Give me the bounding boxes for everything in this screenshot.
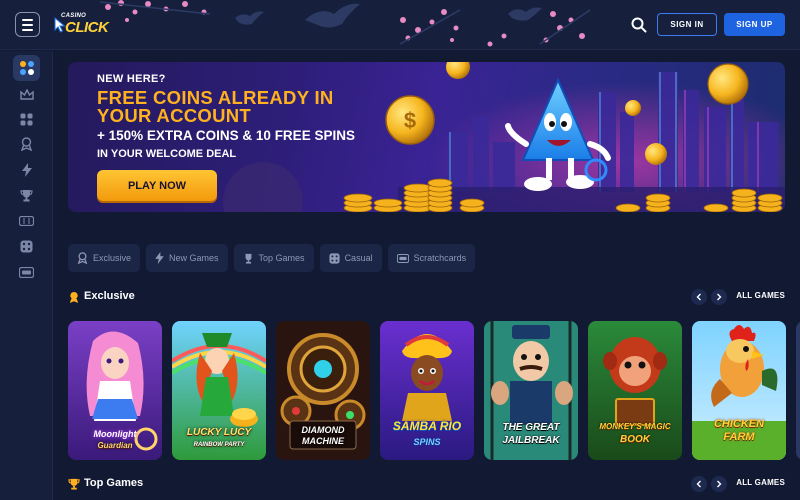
game-title: DIAMOND <box>301 425 345 435</box>
game-title: Moonlight <box>93 429 137 439</box>
filter-new-games[interactable]: New Games <box>146 244 228 272</box>
game-card[interactable]: THE GREAT JAILBREAK <box>484 321 578 460</box>
scratchcard-icon <box>19 266 34 278</box>
game-card-partial[interactable] <box>796 321 800 460</box>
sign-up-button[interactable]: SIGN UP <box>724 13 785 36</box>
exclusive-icon <box>69 291 79 304</box>
chevron-right-icon <box>717 480 722 488</box>
svg-text:$: $ <box>404 108 416 133</box>
search-icon[interactable] <box>630 16 648 34</box>
category-filters: Exclusive New Games Top Games Casual Scr… <box>68 244 476 272</box>
section-header-top-games: Top Games ALL GAMES <box>68 474 785 494</box>
trophy-icon <box>20 189 33 201</box>
sidebar-item-vip[interactable] <box>13 84 40 106</box>
trophy-icon <box>68 478 80 490</box>
section-header-exclusive: Exclusive ALL GAMES <box>68 287 785 307</box>
exclusive-icon <box>77 252 88 264</box>
sidebar-item-lobby[interactable] <box>13 55 40 81</box>
grid-icon <box>20 113 33 125</box>
banner-headline: FREE COINS ALREADY IN YOUR ACCOUNT <box>97 87 334 126</box>
sidebar <box>0 51 53 500</box>
filter-casual[interactable]: Casual <box>319 244 382 272</box>
banner-subline-2: IN YOUR WELCOME DEAL <box>97 148 237 160</box>
sidebar-item-new-games[interactable] <box>13 159 40 181</box>
game-title: SAMBA RIO <box>392 419 462 433</box>
filter-top-games[interactable]: Top Games <box>233 244 314 272</box>
game-card[interactable]: DIAMOND MACHINE <box>276 321 370 460</box>
all-games-link[interactable]: ALL GAMES <box>736 478 785 487</box>
game-subtitle: SPINS <box>413 437 441 447</box>
chevron-left-icon <box>696 293 701 301</box>
logo[interactable]: CASINO CLICK <box>52 13 114 37</box>
filter-label: Casual <box>344 253 373 263</box>
dice-icon <box>328 252 340 264</box>
exclusive-icon <box>20 137 33 151</box>
logo-main-text: CLICK <box>65 19 109 36</box>
chevron-right-icon <box>717 293 722 301</box>
game-subtitle: RAINBOW PARTY <box>193 442 245 448</box>
prev-arrow-button[interactable] <box>691 289 707 305</box>
play-now-button[interactable]: PLAY NOW <box>97 170 217 201</box>
slot-icon <box>19 216 34 226</box>
game-subtitle: Guardian <box>97 441 133 450</box>
filter-label: Scratchcards <box>413 253 467 263</box>
game-title: MONKEY'S MAGIC <box>599 422 671 431</box>
top-header: CASINO CLICK SIGN IN SIGN UP <box>0 0 800 50</box>
banner-eyebrow: NEW HERE? <box>97 73 166 85</box>
trophy-icon <box>245 253 251 264</box>
lobby-icon <box>19 61 34 75</box>
sidebar-item-top-games[interactable] <box>13 184 40 206</box>
game-card[interactable]: Moonlight Guardian <box>68 321 162 460</box>
menu-icon <box>22 18 33 21</box>
banner-subline: + 150% EXTRA COINS & 10 FREE SPINS <box>97 128 355 143</box>
sidebar-item-casual[interactable] <box>13 235 40 257</box>
game-card[interactable]: SAMBA RIO SPINS <box>380 321 474 460</box>
sign-in-button[interactable]: SIGN IN <box>657 13 717 36</box>
sidebar-item-slots[interactable] <box>13 210 40 232</box>
filter-label: Exclusive <box>93 253 132 263</box>
filter-label: Top Games <box>258 253 305 263</box>
crown-icon <box>19 89 34 100</box>
filter-label: New Games <box>169 253 219 263</box>
game-subtitle: BOOK <box>620 434 650 445</box>
promo-banner[interactable]: $ NEW HERE? FREE COINS ALREADY IN YOUR A… <box>68 62 785 212</box>
lightning-icon <box>155 252 164 264</box>
game-title: THE GREAT <box>502 422 560 433</box>
game-title: LUCKY LUCY <box>186 427 252 438</box>
game-subtitle: FARM <box>723 431 755 443</box>
prev-arrow-button[interactable] <box>691 476 707 492</box>
next-arrow-button[interactable] <box>711 289 727 305</box>
next-arrow-button[interactable] <box>711 476 727 492</box>
section-title: Top Games <box>84 477 144 489</box>
sidebar-item-all-games[interactable] <box>13 108 40 130</box>
lightning-icon <box>21 163 32 177</box>
game-card[interactable]: MONKEY'S MAGIC BOOK <box>588 321 682 460</box>
dice-icon <box>20 240 33 252</box>
sidebar-item-exclusive[interactable] <box>13 133 40 155</box>
game-subtitle: JAILBREAK <box>502 435 560 446</box>
game-card[interactable]: CHICKEN FARM <box>692 321 786 460</box>
all-games-link[interactable]: ALL GAMES <box>736 291 785 300</box>
game-subtitle: MACHINE <box>302 436 344 446</box>
sidebar-item-scratchcards[interactable] <box>13 261 40 283</box>
filter-exclusive[interactable]: Exclusive <box>68 244 141 272</box>
menu-button[interactable] <box>15 12 40 37</box>
game-carousel: Moonlight Guardian LUCKY LUCY RAINBOW PA… <box>68 321 800 460</box>
game-title: CHICKEN <box>713 418 765 430</box>
scratchcard-icon <box>396 253 409 263</box>
chevron-left-icon <box>696 480 701 488</box>
game-card[interactable]: LUCKY LUCY RAINBOW PARTY <box>172 321 266 460</box>
filter-scratchcards[interactable]: Scratchcards <box>387 244 476 272</box>
section-title: Exclusive <box>84 290 135 302</box>
